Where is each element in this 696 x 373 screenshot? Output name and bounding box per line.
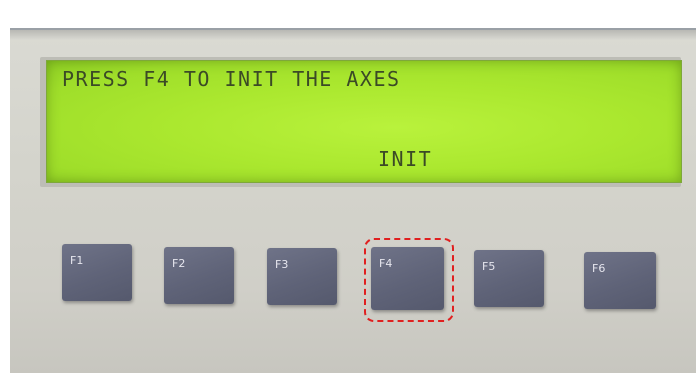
f4-key[interactable]: F4 xyxy=(371,247,444,310)
f3-key[interactable]: F3 xyxy=(267,248,337,305)
f6-key[interactable]: F6 xyxy=(584,252,656,309)
f5-key-label: F5 xyxy=(482,260,496,273)
f2-key-label: F2 xyxy=(172,257,186,270)
lcd-message: PRESS F4 TO INIT THE AXES xyxy=(62,67,401,91)
f6-key-label: F6 xyxy=(592,262,606,275)
control-panel-photo: PRESS F4 TO INIT THE AXES INIT F1 F2 F3 … xyxy=(0,0,696,373)
lcd-display: PRESS F4 TO INIT THE AXES INIT xyxy=(46,60,682,183)
panel-top-shadow xyxy=(10,30,696,40)
f4-key-label: F4 xyxy=(379,257,393,270)
f1-key[interactable]: F1 xyxy=(62,244,132,301)
lcd-softkey-label-f4: INIT xyxy=(378,147,433,171)
f2-key[interactable]: F2 xyxy=(164,247,234,304)
f3-key-label: F3 xyxy=(275,258,289,271)
f5-key[interactable]: F5 xyxy=(474,250,544,307)
f1-key-label: F1 xyxy=(70,254,84,267)
